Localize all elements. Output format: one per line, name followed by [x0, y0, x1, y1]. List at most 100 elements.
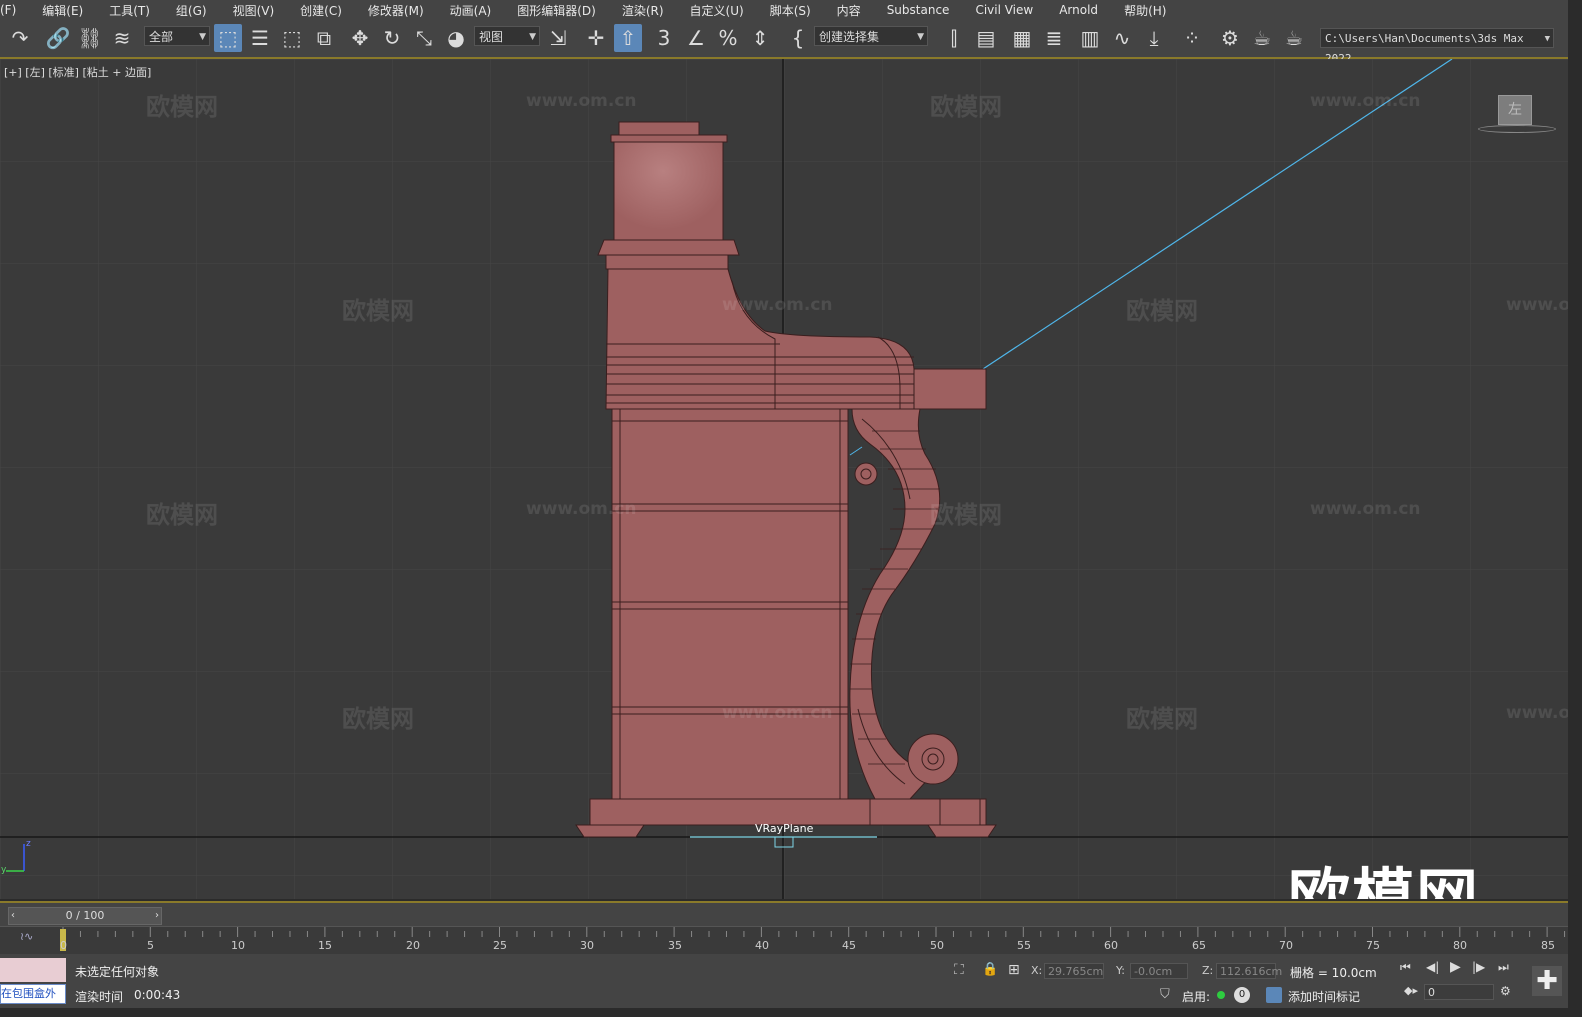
- time-slider-bar: ‹ 0 / 100 ›: [0, 901, 1568, 928]
- y-coordinate-field[interactable]: -0.0cm: [1130, 963, 1188, 979]
- left-viewport[interactable]: [+] [左] [标准] [粘土 + 边面] 欧模网 www.om.cn 欧模网…: [0, 59, 1568, 899]
- bind-space-warp-icon[interactable]: ≋: [108, 24, 136, 52]
- viewcube[interactable]: 左: [1498, 95, 1532, 125]
- material-editor-icon[interactable]: ⁘: [1178, 24, 1206, 52]
- select-manipulate-icon[interactable]: ✛: [582, 24, 610, 52]
- lock-icon[interactable]: 🔒: [982, 962, 998, 977]
- go-to-end-icon[interactable]: ⏭: [1498, 960, 1509, 975]
- menu-customize[interactable]: 自定义(U): [677, 2, 757, 19]
- menu-animation[interactable]: 动画(A): [437, 2, 505, 19]
- curve-editor-mini-icon[interactable]: ≀∿: [20, 930, 33, 943]
- previous-frame-icon[interactable]: ◀|: [1426, 960, 1439, 974]
- selection-filter-dropdown[interactable]: 全部 ▼: [144, 26, 210, 46]
- tick-label: 25: [493, 939, 507, 952]
- scene-explorer-icon[interactable]: ▦: [1008, 24, 1036, 52]
- rect-selection-icon[interactable]: ⬚: [278, 24, 306, 52]
- current-frame-field[interactable]: 0: [1424, 984, 1494, 1000]
- rendered-frame-window-icon[interactable]: ☕: [1248, 24, 1276, 52]
- menu-civil-view[interactable]: Civil View: [962, 3, 1046, 17]
- menu-help[interactable]: 帮助(H): [1111, 2, 1179, 19]
- time-config-icon[interactable]: ⚙: [1500, 984, 1511, 998]
- time-tag-icon[interactable]: [1266, 987, 1282, 1003]
- main-toolbar: ↷ 🔗 ⛓ ≋ 全部 ▼ ⬚ ☰ ⬚ ⧉ ✥ ↻ ⤡ ◕ 视图 ▼ ⇲ ✛ ⇧ 3 …: [0, 20, 1568, 65]
- project-path-dropdown[interactable]: C:\Users\Han\Documents\3ds Max 2022▼: [1320, 28, 1554, 65]
- maxscript-listener-mini[interactable]: 在包围盒外: [0, 958, 66, 1006]
- menu-edit[interactable]: 编辑(E): [29, 2, 96, 19]
- track-bar[interactable]: ≀∿ 0 5 10 15 20 25 30 35 40 45 50 55 60 …: [0, 926, 1568, 955]
- status-bar: 在包围盒外 未选定任何对象 渲染时间 0:00:43 ⛶ 🔒 ⊞ X: 29.7…: [0, 954, 1568, 1008]
- pivot-center-icon[interactable]: ⇲: [544, 24, 572, 52]
- selection-filter-value: 全部: [149, 30, 174, 44]
- reference-coordinate-dropdown[interactable]: 视图 ▼: [474, 26, 540, 46]
- x-coordinate-field[interactable]: 29.765cm: [1044, 963, 1104, 979]
- spinner-snap-icon[interactable]: ⇕: [746, 24, 774, 52]
- watermark-logo: 欧模网: [1288, 861, 1481, 899]
- named-selection-dropdown[interactable]: 创建选择集 ▼: [814, 26, 928, 46]
- window-crossing-icon[interactable]: ⧉: [310, 24, 338, 52]
- next-frame-icon[interactable]: |▶: [1472, 960, 1485, 974]
- go-to-start-icon[interactable]: ⏮: [1400, 960, 1411, 975]
- menu-tools[interactable]: 工具(T): [96, 2, 163, 19]
- redo-icon[interactable]: ↷: [6, 24, 34, 52]
- layer-explorer-icon[interactable]: ≣: [1040, 24, 1068, 52]
- tick-label: 60: [1104, 939, 1118, 952]
- time-slider[interactable]: ‹ 0 / 100 ›: [8, 907, 162, 925]
- render-production-icon[interactable]: ☕: [1280, 24, 1308, 52]
- chevron-down-icon: ▼: [199, 32, 206, 42]
- rotate-icon[interactable]: ↻: [378, 24, 406, 52]
- menu-group[interactable]: 组(G): [163, 2, 220, 19]
- percent-snap-icon[interactable]: %: [714, 24, 742, 52]
- render-setup-icon[interactable]: ⚙: [1216, 24, 1244, 52]
- reference-coordinate-value: 视图: [479, 30, 504, 44]
- menu-file[interactable]: (F): [0, 3, 29, 17]
- toggle-ribbon-icon[interactable]: ▥: [1076, 24, 1104, 52]
- z-coordinate-field[interactable]: 112.616cm: [1216, 963, 1282, 979]
- absolute-mode-icon[interactable]: ⊞: [1008, 962, 1020, 978]
- viewport-label[interactable]: [+] [左] [标准] [粘土 + 边面]: [4, 64, 151, 80]
- menu-substance[interactable]: Substance: [874, 3, 963, 17]
- edit-named-selection-icon[interactable]: {: [784, 24, 812, 52]
- tick-label: 10: [231, 939, 245, 952]
- menu-modifiers[interactable]: 修改器(M): [355, 2, 437, 19]
- select-object-icon[interactable]: ⬚: [214, 24, 242, 52]
- watermark: www.om.cn: [526, 499, 637, 519]
- menu-rendering[interactable]: 渲染(R): [609, 2, 677, 19]
- link-icon[interactable]: 🔗: [44, 24, 72, 52]
- select-by-name-icon[interactable]: ☰: [246, 24, 274, 52]
- play-icon[interactable]: ▶: [1450, 959, 1461, 975]
- tick-label: 45: [842, 939, 856, 952]
- shield-icon[interactable]: ⛉: [1160, 987, 1170, 1002]
- place-icon[interactable]: ◕: [442, 24, 470, 52]
- watermark: 欧模网: [930, 93, 1002, 121]
- schematic-view-icon[interactable]: ⤓: [1140, 24, 1168, 52]
- watermark: 欧模网: [342, 705, 414, 733]
- snaps-toggle-icon[interactable]: 3: [650, 24, 678, 52]
- menu-content[interactable]: 内容: [824, 2, 874, 19]
- align-icon[interactable]: ▤: [972, 24, 1000, 52]
- watermark: 欧模网: [1126, 297, 1198, 325]
- curve-editor-icon[interactable]: ∿: [1108, 24, 1136, 52]
- isolate-selection-icon[interactable]: ⛶: [954, 962, 964, 978]
- add-time-tag[interactable]: 添加时间标记: [1288, 988, 1360, 1005]
- menu-arnold[interactable]: Arnold: [1046, 3, 1111, 17]
- menu-view[interactable]: 视图(V): [220, 2, 288, 19]
- move-icon[interactable]: ✥: [346, 24, 374, 52]
- key-mode-icon[interactable]: ◆▸: [1404, 984, 1418, 997]
- add-viewport-icon[interactable]: ✚: [1532, 966, 1562, 996]
- maxscript-output[interactable]: 在包围盒外: [0, 984, 66, 1004]
- watermark: 欧模网: [930, 501, 1002, 529]
- viewcube-ring[interactable]: [1478, 125, 1556, 133]
- angle-snap-icon[interactable]: ∠: [682, 24, 710, 52]
- menu-scripting[interactable]: 脚本(S): [757, 2, 824, 19]
- menu-create[interactable]: 创建(C): [287, 2, 355, 19]
- menu-graph-editors[interactable]: 图形编辑器(D): [504, 2, 609, 19]
- enable-count-badge[interactable]: 0: [1234, 987, 1250, 1003]
- chevron-right-icon[interactable]: ›: [155, 908, 159, 924]
- maxscript-input[interactable]: [0, 958, 66, 982]
- keyboard-shortcut-override-icon[interactable]: ⇧: [614, 24, 642, 52]
- unlink-icon[interactable]: ⛓: [76, 24, 104, 52]
- scale-icon[interactable]: ⤡: [410, 24, 438, 52]
- named-selection-value: 创建选择集: [819, 30, 880, 44]
- mirror-icon[interactable]: ⫿: [940, 24, 968, 52]
- chevron-left-icon[interactable]: ‹: [11, 908, 15, 924]
